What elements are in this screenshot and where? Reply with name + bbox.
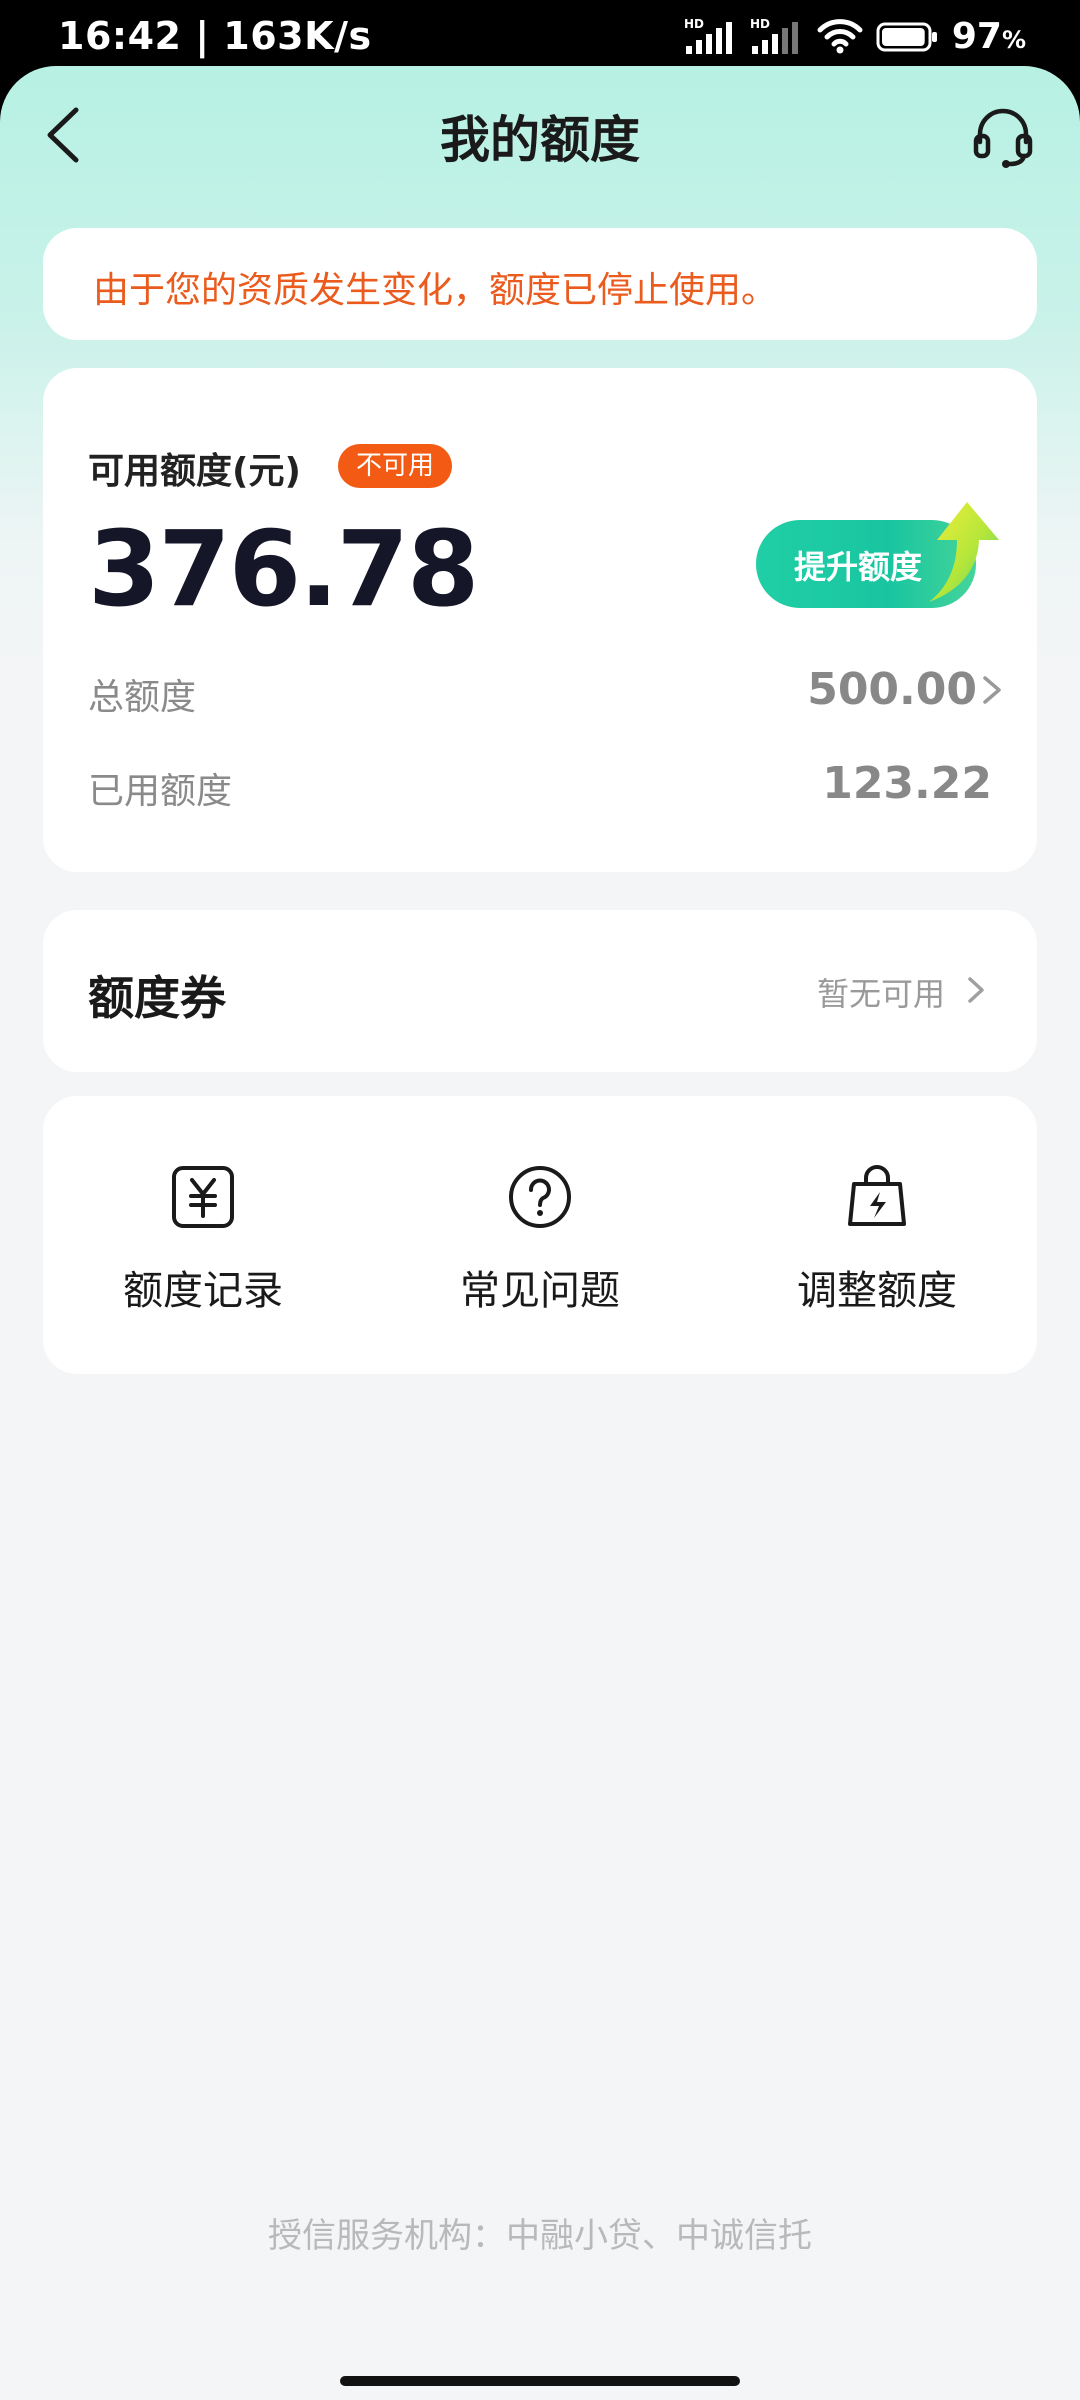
action-label: 额度记录 bbox=[123, 1268, 283, 1314]
battery-percentage: 97% bbox=[952, 16, 1026, 57]
available-quota-label: 可用额度(元) bbox=[88, 451, 301, 492]
signal-2-icon: HD bbox=[750, 17, 798, 54]
used-quota-value: 123.22 bbox=[822, 758, 992, 809]
battery-unit: % bbox=[1001, 25, 1026, 54]
coupon-status: 暂无可用 bbox=[816, 975, 945, 1013]
page-title: 我的额度 bbox=[440, 111, 640, 169]
battery-icon bbox=[876, 22, 937, 52]
chevron-right-icon bbox=[968, 977, 984, 1003]
total-quota-value: 500.00 bbox=[807, 664, 977, 715]
raise-quota-button[interactable]: 提升额度 bbox=[756, 520, 976, 608]
status-time-speed: 16:42 | 163K/s bbox=[58, 14, 372, 58]
quota-card: 可用额度(元) 不可用 376.78 提升额度 总额度 500.00 已用额度 … bbox=[43, 368, 1037, 872]
battery-value: 97 bbox=[951, 15, 1002, 57]
customer-service-button[interactable] bbox=[970, 104, 1036, 170]
raise-quota-label: 提升额度 bbox=[794, 548, 923, 586]
nav-bar: 我的额度 bbox=[0, 66, 1080, 206]
bag-lightning-icon bbox=[848, 1165, 906, 1226]
available-quota-amount: 376.78 bbox=[88, 508, 479, 630]
wifi-icon bbox=[817, 19, 863, 54]
notice-text: 由于您的资质发生变化，额度已停止使用。 bbox=[93, 270, 778, 311]
question-circle-icon bbox=[509, 1166, 571, 1228]
headset-icon bbox=[973, 108, 1033, 168]
action-label: 常见问题 bbox=[460, 1268, 620, 1314]
footer-credit-institutions: 授信服务机构：中融小贷、中诚信托 bbox=[268, 2216, 812, 2256]
status-icons: HD HD 97% bbox=[684, 12, 1026, 60]
home-indicator[interactable] bbox=[340, 2376, 740, 2386]
total-quota-label: 总额度 bbox=[88, 677, 197, 718]
faq-action[interactable]: 常见问题 bbox=[380, 1096, 700, 1374]
yuan-record-icon bbox=[172, 1166, 234, 1228]
hd-label-2: HD bbox=[750, 17, 770, 31]
chevron-right-icon bbox=[983, 676, 1001, 704]
signal-1-icon: HD bbox=[684, 17, 732, 54]
hd-label-1: HD bbox=[684, 17, 704, 31]
quota-record-action[interactable]: 额度记录 bbox=[43, 1096, 363, 1374]
coupon-title: 额度券 bbox=[88, 971, 226, 1025]
adjust-quota-action[interactable]: 调整额度 bbox=[717, 1096, 1037, 1374]
status-badge: 不可用 bbox=[338, 444, 453, 488]
used-quota-label: 已用额度 bbox=[88, 771, 233, 812]
quick-actions-card: 额度记录 常见问题 调整额度 bbox=[43, 1096, 1037, 1374]
action-label: 调整额度 bbox=[797, 1268, 957, 1314]
app-screen: 我的额度 由于您的资质发生变化，额度已停止使用。 可用额度(元) 不可用 376… bbox=[0, 66, 1080, 2400]
quota-coupon-row[interactable]: 额度券 暂无可用 bbox=[43, 910, 1037, 1072]
status-bar: 16:42 | 163K/s HD HD 97% bbox=[0, 0, 1080, 70]
notice-banner: 由于您的资质发生变化，额度已停止使用。 bbox=[43, 228, 1037, 340]
